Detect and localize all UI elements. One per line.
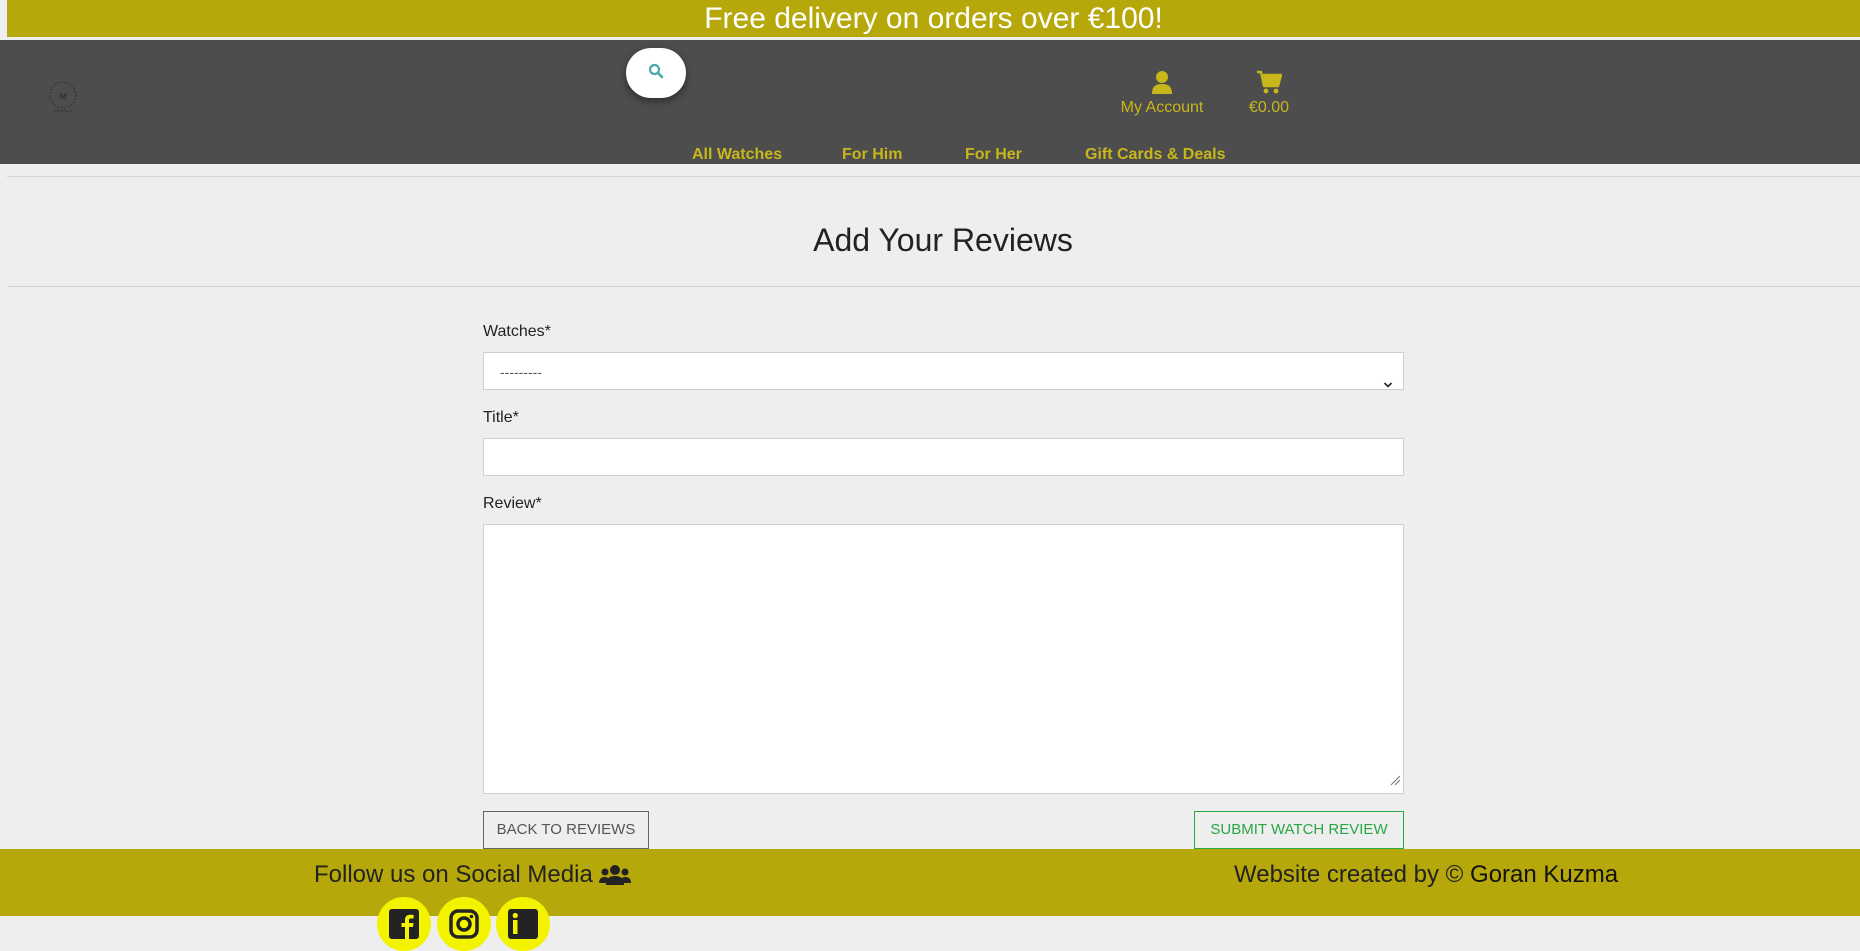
back-to-reviews-button[interactable]: BACK TO REVIEWS (483, 811, 649, 849)
nav-for-her[interactable]: For Her (965, 146, 1022, 164)
main-nav: All Watches For Him For Her Gift Cards &… (0, 146, 1860, 164)
linkedin-link[interactable] (496, 897, 550, 951)
search-button[interactable] (626, 48, 686, 98)
divider (7, 286, 1860, 287)
credit-author-link[interactable]: Goran Kuzma (1470, 861, 1618, 888)
my-account-label: My Account (1120, 99, 1204, 116)
follow-text: Follow us on Social Media (314, 861, 593, 888)
linkedin-icon (508, 909, 538, 951)
nav-all-watches[interactable]: All Watches (692, 146, 782, 164)
credit-prefix: Website created by © (1234, 861, 1464, 888)
watch-brand-logo[interactable]: M (44, 80, 82, 114)
instagram-icon (449, 909, 479, 951)
watches-selected-value: --------- (500, 364, 542, 380)
site-header: M My Account €0.00 All Watches For Him F… (0, 40, 1860, 164)
users-icon (598, 863, 631, 887)
shopping-cart-icon (1244, 70, 1294, 96)
submit-review-button[interactable]: SUBMIT WATCH REVIEW (1194, 811, 1404, 849)
watches-label: Watches* (483, 323, 551, 340)
review-label: Review* (483, 495, 542, 512)
promo-text: Free delivery on orders over €100! (704, 2, 1163, 35)
svg-text:M: M (59, 92, 66, 101)
promo-banner: Free delivery on orders over €100! (7, 0, 1860, 37)
cart-link[interactable]: €0.00 (1244, 70, 1294, 117)
nav-for-him[interactable]: For Him (842, 146, 902, 164)
cart-total: €0.00 (1248, 99, 1290, 116)
site-credit: Website created by © Goran Kuzma (1234, 861, 1618, 889)
page-title: Add Your Reviews (813, 222, 1073, 258)
facebook-icon (389, 909, 419, 951)
chevron-down-icon (1383, 366, 1393, 404)
review-textarea[interactable] (483, 524, 1404, 794)
instagram-link[interactable] (437, 897, 491, 951)
search-icon (648, 63, 664, 84)
title-label: Title* (483, 409, 519, 426)
facebook-link[interactable] (377, 897, 431, 951)
site-footer: Follow us on Social Media Website create… (0, 849, 1860, 951)
my-account-link[interactable]: My Account (1118, 70, 1206, 117)
resize-handle-icon[interactable] (1389, 773, 1401, 791)
title-input[interactable] (483, 438, 1404, 476)
watches-select[interactable]: --------- (483, 352, 1404, 390)
divider (7, 176, 1860, 177)
nav-gift-cards-deals[interactable]: Gift Cards & Deals (1085, 146, 1225, 164)
user-icon (1118, 70, 1206, 96)
follow-social-heading: Follow us on Social Media (314, 861, 631, 889)
